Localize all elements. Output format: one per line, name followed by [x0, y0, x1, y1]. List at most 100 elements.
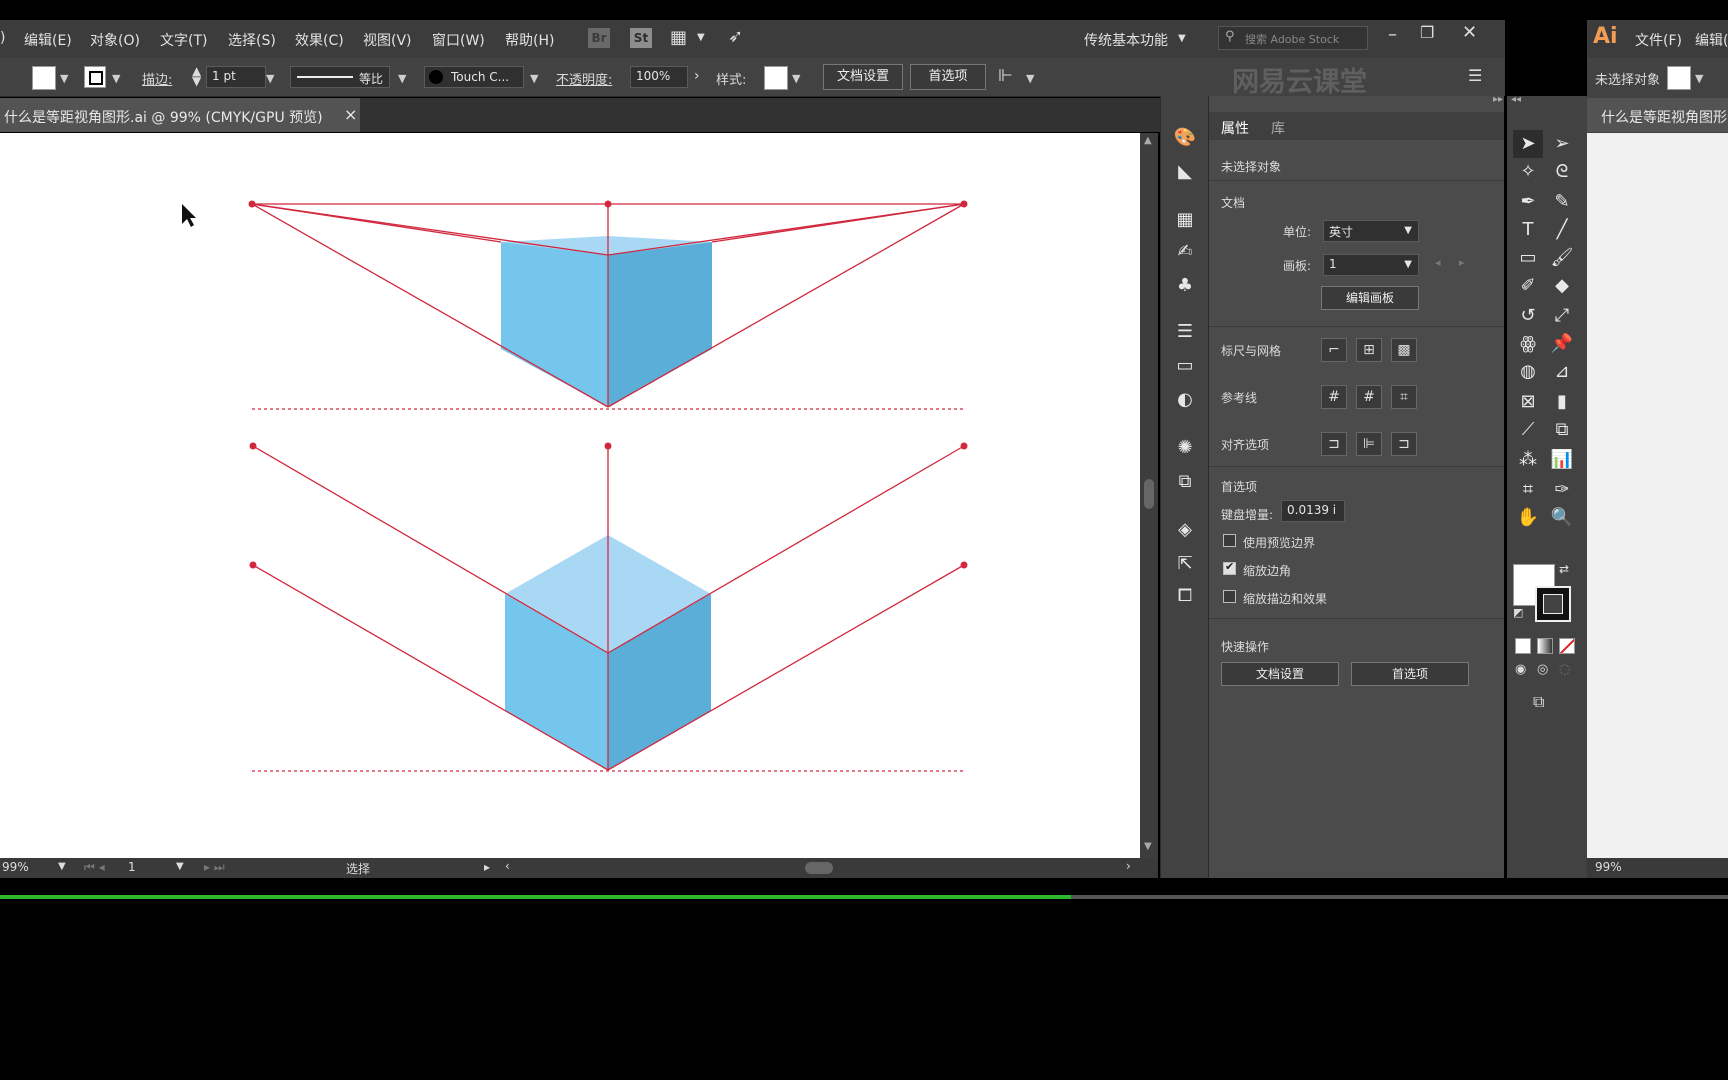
chevron-down-icon[interactable]: ▼ — [176, 861, 184, 872]
grid-icon[interactable]: ⊞ — [1356, 338, 1382, 362]
zoom-tool-icon[interactable]: 🔍 — [1547, 504, 1577, 532]
menu-effect[interactable]: 效果(C) — [295, 30, 344, 50]
next-artboard-icon[interactable]: ▸ — [1459, 256, 1465, 269]
opacity-label[interactable]: 不透明度: — [556, 69, 612, 88]
shaper-tool-icon[interactable]: ✐ — [1513, 272, 1543, 300]
menu-view[interactable]: 视图(V) — [363, 30, 412, 50]
ruler-icon[interactable]: ⌐ — [1321, 338, 1347, 362]
menu-file[interactable]: 文件(F) — [1635, 30, 1682, 50]
eraser-tool-icon[interactable]: ◆ — [1547, 272, 1577, 300]
units-select[interactable]: 英寸 ▼ — [1323, 220, 1419, 242]
chevron-down-icon[interactable]: ▼ — [530, 72, 538, 85]
asset-export-icon[interactable]: ⇱ — [1171, 550, 1199, 578]
quick-preferences-button[interactable]: 首选项 — [1351, 662, 1469, 686]
pen-tool-icon[interactable]: ✒ — [1513, 188, 1543, 216]
menu-type[interactable]: 文字(T) — [160, 30, 207, 50]
arrange-docs-icon[interactable]: ▦ — [670, 27, 687, 48]
symbol-sprayer-tool-icon[interactable]: ⁂ — [1513, 446, 1543, 474]
type-tool-icon[interactable]: T — [1513, 216, 1543, 244]
horizontal-scroll-thumb[interactable] — [805, 862, 833, 874]
menu-window[interactable]: 窗口(W) — [432, 30, 485, 50]
menu-help[interactable]: 帮助(H) — [505, 30, 554, 50]
document-tab-2[interactable]: 什么是等距视角图形 — [1601, 107, 1727, 127]
draw-inside-icon[interactable]: ◌ — [1559, 662, 1570, 677]
gpu-rocket-icon[interactable]: ➶ — [728, 26, 743, 47]
gradient-icon[interactable]: ▭ — [1171, 352, 1199, 380]
snap-to-glyph-icon[interactable]: ⊐ — [1391, 432, 1417, 456]
collapse-right-icon[interactable]: ▸▸ — [1493, 94, 1503, 105]
opacity-input[interactable]: 100% — [630, 66, 688, 88]
transparency-icon[interactable]: ◐ — [1171, 386, 1199, 414]
slice-tool-icon[interactable]: ✑ — [1547, 476, 1577, 504]
use-preview-bounds-checkbox[interactable] — [1223, 534, 1236, 547]
bridge-badge[interactable]: Br — [588, 28, 610, 48]
selection-tool-icon[interactable]: ➤ — [1513, 130, 1543, 158]
quick-document-setup-button[interactable]: 文档设置 — [1221, 662, 1339, 686]
stroke-weight-input[interactable]: 1 pt — [206, 66, 266, 88]
graphic-styles-icon[interactable]: ⧉ — [1171, 468, 1199, 496]
artboard-canvas[interactable] — [0, 133, 1140, 858]
artboard-select[interactable]: 1 ▼ — [1323, 254, 1419, 276]
brush-definition[interactable]: Touch C... — [424, 66, 524, 88]
stroke-color-swatch[interactable] — [1535, 586, 1571, 622]
default-colors-icon[interactable]: ◩ — [1513, 606, 1523, 619]
menu-edit-2[interactable]: 编辑(E) — [1695, 30, 1728, 50]
fill-swatch-2[interactable] — [1667, 66, 1691, 90]
smart-guides-icon[interactable]: ⌗ — [1391, 385, 1417, 409]
hand-tool-icon[interactable]: ✋ — [1513, 504, 1543, 532]
chevron-down-icon[interactable]: ▼ — [398, 72, 406, 85]
menu-object[interactable]: 对象(O) — [90, 30, 140, 50]
preferences-button[interactable]: 首选项 — [910, 64, 986, 90]
symbols-icon[interactable]: ♣ — [1171, 272, 1199, 300]
color-mode-icon[interactable] — [1515, 638, 1531, 654]
scroll-up-icon[interactable]: ▲ — [1144, 135, 1152, 146]
color-panel-icon[interactable]: 🎨 — [1171, 124, 1199, 152]
scroll-down-icon[interactable]: ▼ — [1144, 841, 1152, 852]
paintbrush-tool-icon[interactable]: 🖌 — [1547, 244, 1577, 272]
swap-colors-icon[interactable]: ⇄ — [1559, 562, 1569, 576]
tab-libraries[interactable]: 库 — [1271, 118, 1285, 138]
draw-normal-icon[interactable]: ◉ — [1515, 662, 1526, 677]
document-tab[interactable]: 什么是等距视角图形.ai @ 99% (CMYK/GPU 预览) × — [0, 98, 360, 132]
prev-artboard-icon[interactable]: ◂ — [1435, 256, 1441, 269]
gradient-tool-icon[interactable]: ▮ — [1547, 388, 1577, 416]
zoom-level[interactable]: 99% — [2, 860, 29, 874]
variable-width-profile[interactable]: 等比 — [290, 66, 390, 88]
artboard-number[interactable]: 1 — [128, 860, 136, 874]
tab-close-icon[interactable]: × — [344, 105, 357, 124]
keyboard-increment-input[interactable]: 0.0139 i — [1281, 500, 1345, 522]
chevron-down-icon[interactable]: ▼ — [1026, 72, 1034, 85]
tab-properties[interactable]: 属性 — [1221, 118, 1249, 138]
restore-icon[interactable]: ❐ — [1420, 23, 1434, 42]
close-icon[interactable]: ✕ — [1462, 22, 1477, 43]
eyedropper-tool-icon[interactable]: ⟋ — [1513, 416, 1543, 444]
menu-select[interactable]: 选择(S) — [228, 30, 276, 50]
stroke-label[interactable]: 描边: — [142, 69, 172, 88]
brushes-icon[interactable]: ✍ — [1171, 238, 1199, 266]
appearance-icon[interactable]: ✺ — [1171, 434, 1199, 462]
perspective-grid-tool-icon[interactable]: ⊿ — [1547, 358, 1577, 386]
status-menu-icon[interactable]: ▸ — [484, 860, 490, 874]
gradient-mode-icon[interactable] — [1537, 638, 1553, 654]
collapse-left-icon[interactable]: ◂◂ — [1511, 94, 1521, 105]
chevron-right-icon[interactable]: › — [694, 68, 700, 84]
stroke-panel-icon[interactable]: ☰ — [1171, 318, 1199, 346]
stroke-stepper[interactable]: ▲ ▼ — [192, 65, 201, 87]
none-mode-icon[interactable] — [1559, 638, 1575, 654]
last-artboard-icon[interactable]: ▸ ⏭ — [204, 860, 225, 875]
align-menu-icon[interactable]: ⊩ — [998, 66, 1013, 86]
puppet-warp-tool-icon[interactable]: 📌 — [1547, 330, 1577, 358]
color-guide-icon[interactable]: ◣ — [1171, 158, 1199, 186]
scroll-left-icon[interactable]: ‹ — [505, 859, 510, 873]
first-artboard-icon[interactable]: ⏮ ◂ — [84, 860, 105, 875]
lasso-tool-icon[interactable]: ᘓ — [1547, 158, 1577, 186]
scale-tool-icon[interactable]: ⤢ — [1547, 302, 1577, 330]
snap-to-pixel-icon[interactable]: ⊫ — [1356, 432, 1382, 456]
mesh-tool-icon[interactable]: ⊠ — [1513, 388, 1543, 416]
swatches-icon[interactable]: ▦ — [1171, 206, 1199, 234]
warp-tool-icon[interactable]: ꙮ — [1513, 330, 1543, 358]
scroll-right-icon[interactable]: › — [1126, 859, 1131, 873]
stroke-swatch[interactable] — [84, 66, 106, 88]
chevron-down-icon[interactable]: ▼ — [697, 32, 705, 43]
column-graph-tool-icon[interactable]: 📊 — [1547, 446, 1577, 474]
